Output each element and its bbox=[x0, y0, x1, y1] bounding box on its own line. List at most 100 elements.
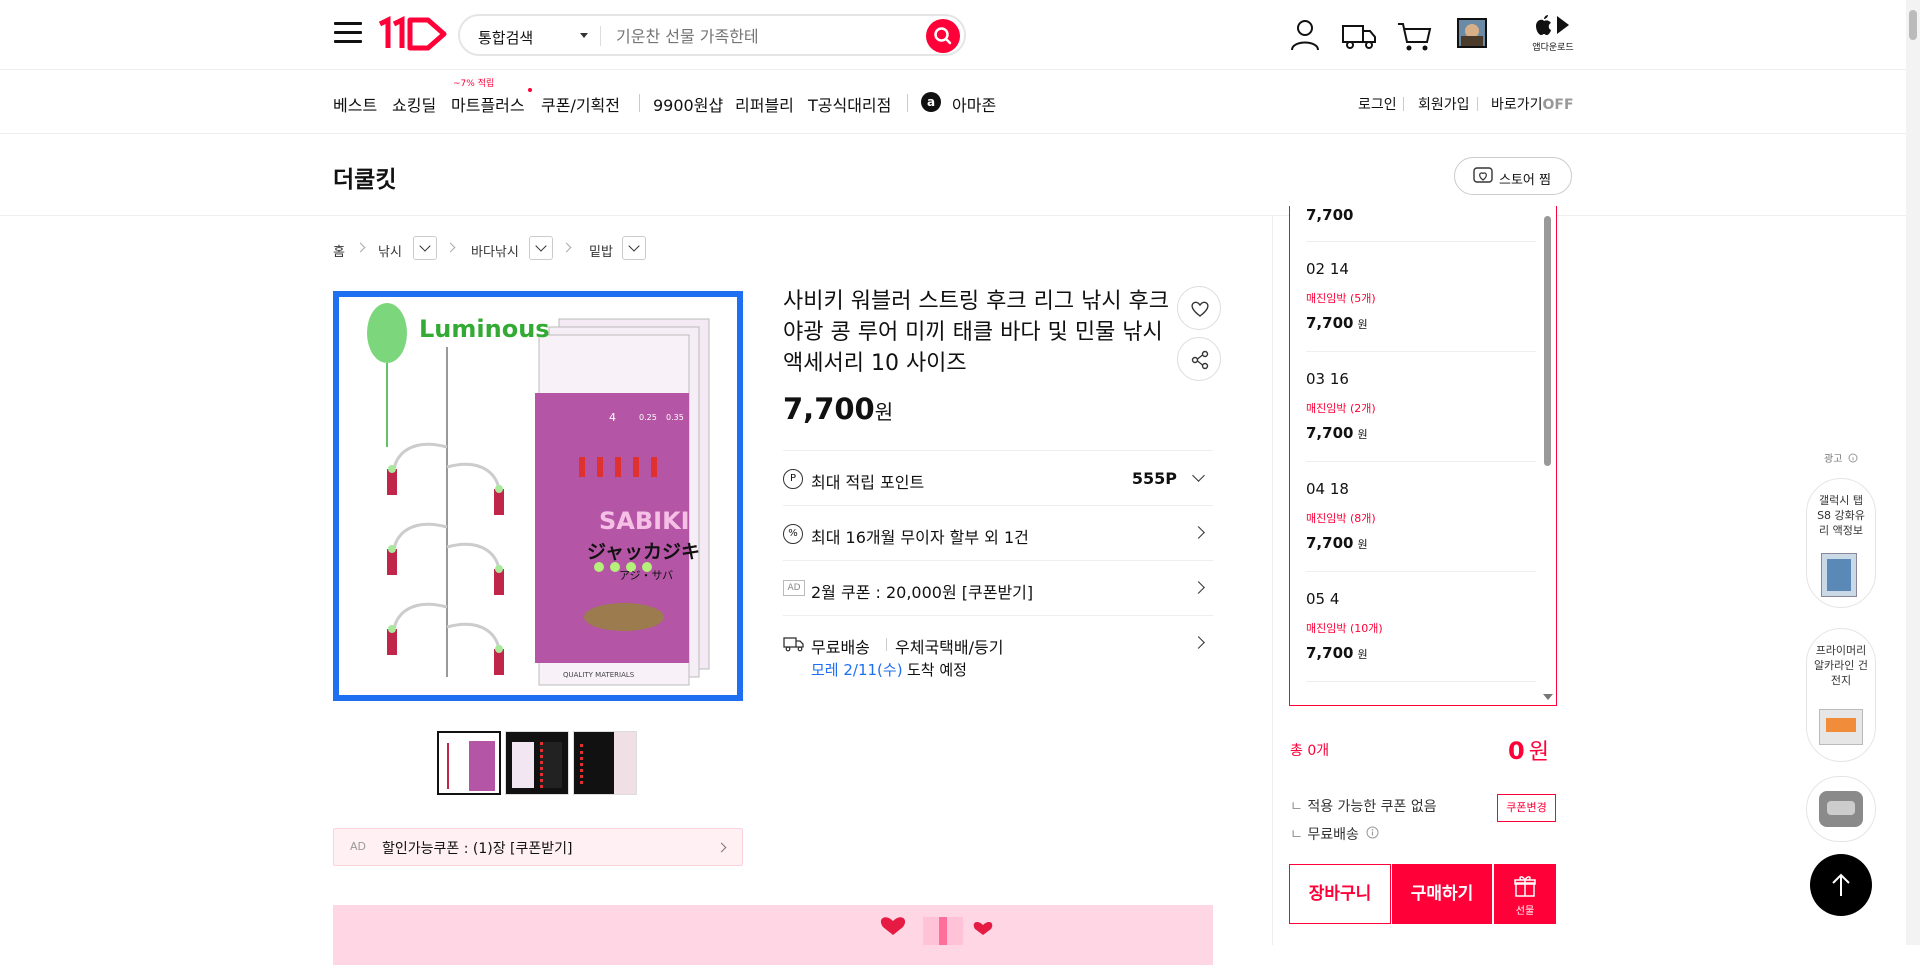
total-count: 총 0개 bbox=[1290, 743, 1330, 759]
avatar[interactable] bbox=[1457, 18, 1487, 48]
pack-sub: アジ・サバ bbox=[619, 569, 674, 582]
scroll-to-top-button[interactable] bbox=[1810, 854, 1872, 916]
option-item[interactable]: 03 16 매진임박 (2개) 7,700 원 bbox=[1306, 352, 1536, 462]
shipping-text: 무료배송 bbox=[811, 638, 870, 657]
wishlist-button[interactable] bbox=[1177, 286, 1221, 330]
option-price-unit: 원 bbox=[1357, 318, 1368, 331]
option-stock: 매진임박 (5개) bbox=[1306, 292, 1376, 305]
nav-refurb[interactable]: 리퍼블리 bbox=[735, 92, 794, 116]
search-input[interactable] bbox=[616, 24, 916, 48]
nav-coupon[interactable]: 쿠폰/기획전 bbox=[541, 92, 620, 116]
breadcrumb-dropdown[interactable] bbox=[622, 236, 646, 260]
chevron-right-icon bbox=[716, 842, 727, 853]
option-item[interactable]: 04 18 매진임박 (8개) 7,700 원 bbox=[1306, 462, 1536, 572]
coupon-banner[interactable]: AD 할인가능쿠폰 : (1)장 [쿠폰받기] bbox=[333, 828, 743, 866]
nav-mart-plus[interactable]: 마트플러스 bbox=[451, 92, 525, 116]
points-label: 최대 적립 포인트 bbox=[811, 473, 925, 492]
menu-icon[interactable] bbox=[334, 22, 362, 46]
option-price-unit: 원 bbox=[1357, 538, 1368, 551]
thumbnail-3[interactable] bbox=[573, 731, 637, 795]
breadcrumb-dropdown[interactable] bbox=[529, 236, 553, 260]
scroll-down-icon[interactable] bbox=[1543, 694, 1553, 700]
battery-image bbox=[1819, 709, 1863, 745]
gift-button[interactable]: 선물 bbox=[1494, 864, 1556, 924]
divider bbox=[886, 638, 887, 651]
breadcrumb-bait[interactable]: 밑밥 bbox=[589, 241, 613, 260]
option-list[interactable]: 7,700 02 14 매진임박 (5개) 7,700 원 03 16 매진임박 … bbox=[1289, 206, 1557, 706]
option-stock: 매진임박 (2개) bbox=[1306, 402, 1376, 415]
option-scrollbar[interactable] bbox=[1544, 216, 1551, 466]
store-bar: 더쿨킷 스토어 찜 bbox=[0, 134, 1920, 216]
breadcrumb-fishing[interactable]: 낚시 bbox=[378, 241, 402, 260]
store-fav-button[interactable]: 스토어 찜 bbox=[1454, 157, 1572, 195]
nav-best[interactable]: 베스트 bbox=[333, 92, 377, 116]
nav-shocking-deal[interactable]: 쇼킹딜 bbox=[392, 92, 436, 116]
info-icon[interactable] bbox=[1366, 826, 1379, 839]
chevron-down-icon[interactable] bbox=[580, 33, 588, 38]
signup-link[interactable]: 회원가입 bbox=[1418, 94, 1470, 114]
store-name[interactable]: 더쿨킷 bbox=[333, 160, 396, 194]
shortcut-toggle[interactable]: 바로가기OFF bbox=[1491, 94, 1574, 114]
option-name: 04 18 bbox=[1306, 480, 1349, 498]
total-price: 0원 bbox=[1508, 734, 1549, 766]
store-heart-icon bbox=[1473, 167, 1493, 183]
product-price: 7,700원 bbox=[783, 392, 893, 426]
share-icon bbox=[1191, 350, 1209, 370]
installment-row[interactable]: % 최대 16개월 무이자 할부 외 1건 bbox=[783, 505, 1213, 560]
add-to-cart-button[interactable]: 장바구니 bbox=[1289, 864, 1391, 924]
coupon-ad-row[interactable]: AD 2월 쿠폰 : 20,000원 [쿠폰받기] bbox=[783, 560, 1213, 615]
promo-banner[interactable] bbox=[333, 905, 1213, 965]
thumbnail-1[interactable] bbox=[437, 731, 501, 795]
breadcrumb-sea-fishing[interactable]: 바다낚시 bbox=[471, 241, 519, 260]
share-button[interactable] bbox=[1177, 337, 1221, 381]
window-scrollbar-thumb[interactable] bbox=[1909, 10, 1917, 40]
search-category[interactable]: 통합검색 bbox=[478, 27, 533, 48]
points-row[interactable]: P 최대 적립 포인트 555P bbox=[783, 450, 1213, 505]
coupon-change-button[interactable]: 쿠폰변경 bbox=[1497, 794, 1556, 822]
ad-tag: AD bbox=[350, 840, 366, 853]
store-fav-label: 스토어 찜 bbox=[1499, 173, 1551, 188]
nav-amazon[interactable]: 아마존 bbox=[952, 92, 996, 116]
installment-text: 최대 16개월 무이자 할부 외 1건 bbox=[811, 528, 1029, 547]
user-icon[interactable] bbox=[1286, 16, 1324, 54]
nav-9900[interactable]: 9900원샵 bbox=[653, 92, 723, 116]
side-divider bbox=[1272, 216, 1273, 945]
free-shipping-text: 무료배송 bbox=[1290, 824, 1359, 844]
shipping-row[interactable]: 무료배송 우체국택배/등기 모레 2/11(수) 도착 예정 bbox=[783, 615, 1213, 695]
global-nav: 베스트 쇼킹딜 ~7% 적립 마트플러스 쿠폰/기획전 9900원샵 리퍼블리 … bbox=[0, 70, 1920, 134]
points-value: 555P bbox=[1131, 469, 1177, 488]
info-icon[interactable] bbox=[1848, 453, 1858, 463]
app-store-icon[interactable] bbox=[1533, 14, 1573, 36]
breadcrumb-home[interactable]: 홈 bbox=[333, 241, 345, 260]
shortcut-label: 바로가기 bbox=[1491, 97, 1543, 113]
option-item[interactable]: 05 4 매진임박 (10개) 7,700 원 bbox=[1306, 572, 1536, 682]
option-price-value: 7,700 bbox=[1306, 644, 1354, 662]
option-item[interactable]: 02 14 매진임박 (5개) 7,700 원 bbox=[1306, 242, 1536, 352]
breadcrumb-dropdown[interactable] bbox=[413, 236, 437, 260]
11st-logo[interactable] bbox=[376, 14, 452, 54]
buy-now-button[interactable]: 구매하기 bbox=[1392, 864, 1492, 924]
delivery-truck-icon[interactable] bbox=[1340, 16, 1378, 54]
option-stock: 매진임박 (10개) bbox=[1306, 622, 1383, 635]
coupon-none-text: 적용 가능한 쿠폰 없음 bbox=[1290, 796, 1436, 816]
chevron-right-icon bbox=[355, 242, 366, 253]
login-link[interactable]: 로그인 bbox=[1358, 94, 1397, 114]
cart-icon[interactable] bbox=[1395, 16, 1433, 54]
search-button[interactable] bbox=[926, 19, 960, 53]
ad-tag: AD bbox=[783, 580, 805, 596]
thumbnail-2[interactable] bbox=[505, 731, 569, 795]
window-scrollbar[interactable] bbox=[1906, 0, 1920, 945]
option-price: 7,700 원 bbox=[1306, 314, 1368, 332]
side-ad-battery[interactable]: 프라이머리 알카라인 건전지 bbox=[1806, 628, 1876, 762]
product-main-image[interactable]: Luminous 4 0.25 0.35 SABIKI ジャッカジキ アジ・サバ… bbox=[333, 291, 743, 701]
option-item-partial[interactable]: 7,700 bbox=[1306, 206, 1536, 242]
pack-spec1: 0.25 bbox=[639, 413, 657, 422]
side-ad-tablet[interactable]: 갤럭시 탭 S8 강화유리 액정보 bbox=[1806, 478, 1876, 608]
option-stock: 매진임박 (8개) bbox=[1306, 512, 1376, 525]
nav-t-official[interactable]: T공식대리점 bbox=[808, 92, 891, 116]
app-download-label[interactable]: 앱다운로드 bbox=[1528, 40, 1578, 53]
arrival-date: 모레 2/11(수) bbox=[811, 661, 903, 679]
side-ad-product[interactable] bbox=[1806, 776, 1876, 842]
product-illustration bbox=[339, 297, 737, 695]
heart-icon bbox=[1191, 301, 1209, 317]
